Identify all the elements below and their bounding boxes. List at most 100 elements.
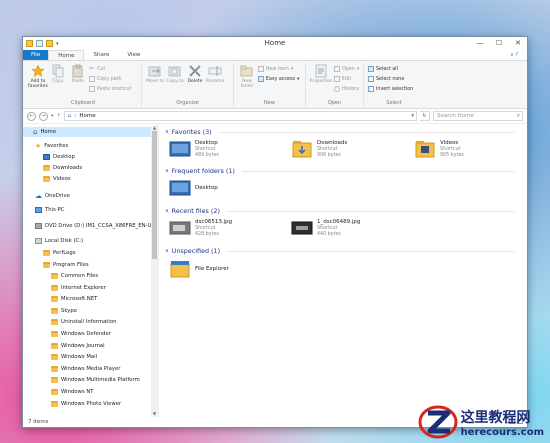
edit-button[interactable]: Edit <box>334 75 359 83</box>
move-to-button[interactable]: Move to <box>145 64 165 84</box>
copy-button[interactable]: Copy <box>48 64 68 84</box>
unspecified-section-header[interactable]: ∨ Unspecified (1) <box>165 247 515 255</box>
nav-subfolder[interactable]: Skype <box>51 307 77 314</box>
folder-icon <box>51 331 58 337</box>
content-pane: ∨ Favorites (3) Desktop Shortcut 489 byt… <box>159 125 527 417</box>
properties-button[interactable]: Properties <box>309 64 333 84</box>
collapse-chevron-icon[interactable]: ∨ <box>165 129 169 135</box>
refresh-icon[interactable]: ↻ <box>420 111 430 121</box>
address-bar[interactable]: ⌂ › Home ▾ <box>63 111 417 121</box>
breadcrumb-separator-icon: › <box>74 113 77 119</box>
frequent-desktop-tile[interactable]: Desktop <box>169 179 218 197</box>
select-none-icon <box>368 76 374 82</box>
nav-home[interactable]: ⌂ Home <box>23 127 151 137</box>
new-item-button[interactable]: New item ▾ <box>258 65 299 73</box>
delete-button[interactable]: Delete <box>185 64 205 84</box>
nav-onedrive[interactable]: ☁ OneDrive <box>35 192 70 200</box>
minimize-button[interactable]: — <box>474 38 486 48</box>
nav-subfolder[interactable]: Windows Mail <box>51 354 97 361</box>
search-input[interactable]: Search Home ⌕ <box>433 111 523 121</box>
rename-button[interactable]: Rename <box>205 64 225 84</box>
ribbon: Add to favorites Copy Paste ✂ Cut Copy p… <box>23 61 527 109</box>
nav-subfolder[interactable]: Windows Multimedia Platform <box>51 377 140 384</box>
tab-share[interactable]: Share <box>84 50 118 60</box>
folder-icon <box>51 319 58 326</box>
pin-to-quick-access-button[interactable]: Add to favorites <box>28 64 48 89</box>
paste-button[interactable]: Paste <box>68 64 88 84</box>
nav-this-pc[interactable]: This PC <box>35 207 64 213</box>
navigation-pane: ⌂ Home ★ Favorites Desktop Downloads Vid… <box>23 125 159 417</box>
nav-perflogs[interactable]: PerfLogs <box>43 250 76 256</box>
paste-shortcut-button[interactable]: Paste shortcut <box>89 85 131 93</box>
folder-icon <box>51 342 58 349</box>
collapse-chevron-icon[interactable]: ∨ <box>165 168 169 174</box>
recent-file-tile[interactable]: dsc06513.jpg Shortcut 428 bytes <box>169 219 232 239</box>
invert-selection-button[interactable]: Invert selection <box>368 85 413 93</box>
search-icon: ⌕ <box>516 113 520 119</box>
nav-dvd-drive[interactable]: DVD Drive (D:) IM1_CCSA_X86FRE_EN-US <box>35 223 155 229</box>
scissors-icon: ✂ <box>89 65 95 72</box>
select-none-button[interactable]: Select none <box>368 75 413 83</box>
ribbon-expand-chevron-icon[interactable]: ∨ ? <box>501 50 527 60</box>
folder-icon <box>51 400 58 407</box>
nav-program-files[interactable]: Program Files <box>43 262 89 268</box>
cut-button[interactable]: ✂ Cut <box>89 65 131 73</box>
folder-icon <box>51 365 58 372</box>
nav-scrollbar-thumb[interactable] <box>152 131 157 259</box>
nav-favorites[interactable]: ★ Favorites <box>35 142 68 150</box>
favorites-section-header[interactable]: ∨ Favorites (3) <box>165 128 515 136</box>
select-all-icon <box>368 66 374 72</box>
paste-icon <box>72 64 83 78</box>
nav-subfolder[interactable]: Common Files <box>51 273 98 279</box>
nav-subfolder[interactable]: Uninstall Information <box>51 319 116 326</box>
nav-desktop[interactable]: Desktop <box>43 154 75 160</box>
nav-downloads[interactable]: Downloads <box>43 165 82 171</box>
recent-file-tile[interactable]: 1_dsc06489.jpg Shortcut 440 bytes <box>291 219 360 239</box>
tab-file[interactable]: File <box>23 50 49 60</box>
nav-subfolder[interactable]: Microsoft.NET <box>51 296 97 303</box>
nav-subfolder[interactable]: Windows NT <box>51 389 94 395</box>
folder-icon <box>43 262 50 268</box>
copy-path-button[interactable]: Copy path <box>89 75 131 83</box>
clipboard-group: Add to favorites Copy Paste ✂ Cut Copy p… <box>25 63 142 107</box>
nav-scrollbar[interactable]: ▲ ▼ <box>151 125 158 417</box>
breadcrumb-home[interactable]: Home <box>79 113 95 119</box>
collapse-chevron-icon[interactable]: ∨ <box>165 248 169 254</box>
favorite-videos-tile[interactable]: Videos Shortcut 905 bytes <box>414 140 464 160</box>
favorite-desktop-tile[interactable]: Desktop Shortcut 489 bytes <box>169 140 219 160</box>
nav-subfolder[interactable]: Windows Media Player <box>51 365 120 372</box>
desktop-icon <box>43 154 50 160</box>
recent-locations-chevron-icon[interactable]: ▾ <box>51 113 54 119</box>
ribbon-tabs: File Home Share View ∨ ? <box>23 50 527 61</box>
videos-folder-icon <box>415 141 435 158</box>
nav-videos[interactable]: Videos <box>43 176 71 182</box>
nav-subfolder[interactable]: Internet Explorer <box>51 284 106 291</box>
tab-view[interactable]: View <box>118 50 149 60</box>
easy-access-button[interactable]: Easy access ▾ <box>258 75 299 83</box>
star-icon: ★ <box>35 142 42 150</box>
up-arrow-icon[interactable]: ↑ <box>57 113 61 119</box>
select-all-button[interactable]: Select all <box>368 65 413 73</box>
recent-files-section-header[interactable]: ∨ Recent files (2) <box>165 207 515 215</box>
folder-icon <box>51 377 58 384</box>
address-history-chevron-icon[interactable]: ▾ <box>411 113 416 119</box>
forward-arrow-icon[interactable]: → <box>39 111 48 121</box>
nav-subfolder[interactable]: Windows Defender <box>51 331 111 337</box>
close-button[interactable]: ✕ <box>512 38 524 48</box>
frequent-folders-section-header[interactable]: ∨ Frequent folders (1) <box>165 167 515 175</box>
favorite-downloads-tile[interactable]: Downloads Shortcut 906 bytes <box>291 140 347 160</box>
collapse-chevron-icon[interactable]: ∨ <box>165 208 169 214</box>
file-explorer-tile[interactable]: File Explorer <box>169 260 229 278</box>
back-arrow-icon[interactable]: ← <box>27 111 36 121</box>
open-button[interactable]: Open ▾ <box>334 65 359 73</box>
new-folder-button[interactable]: New folder <box>237 64 257 89</box>
open-icon <box>334 66 340 72</box>
folder-icon <box>51 296 58 303</box>
nav-local-disk[interactable]: Local Disk (C:) <box>35 238 83 244</box>
nav-subfolder[interactable]: Windows Photo Viewer <box>51 400 121 407</box>
history-button[interactable]: History <box>334 85 359 93</box>
nav-subfolder[interactable]: Windows Journal <box>51 342 105 349</box>
copy-to-button[interactable]: Copy to <box>165 64 185 84</box>
maximize-button[interactable]: ☐ <box>493 38 505 48</box>
tab-home[interactable]: Home <box>48 50 85 60</box>
